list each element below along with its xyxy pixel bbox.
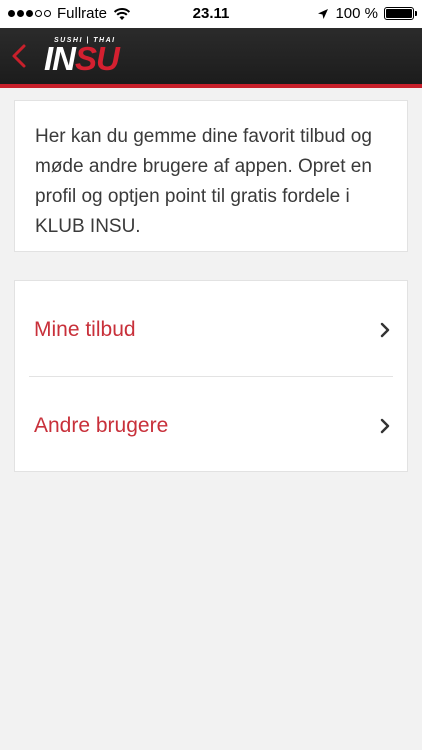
status-right: 100 %	[317, 5, 417, 22]
battery-icon	[384, 7, 417, 20]
back-button[interactable]	[6, 40, 34, 72]
menu-item-mine-tilbud[interactable]: Mine tilbud	[15, 281, 407, 377]
insu-logo: SUSHI | THAI INSU	[44, 36, 154, 76]
logo-wordmark-in: IN	[44, 40, 76, 77]
status-bar: Fullrate 23.11 100 %	[0, 0, 422, 28]
chevron-right-icon	[380, 418, 390, 434]
menu-item-andre-brugere[interactable]: Andre brugere	[15, 377, 407, 473]
logo-wordmark-su: SU	[75, 40, 120, 77]
battery-percentage: 100 %	[335, 5, 378, 22]
chevron-right-icon	[380, 322, 390, 338]
intro-text: Her kan du gemme dine favorit tilbud og …	[35, 126, 372, 237]
menu-item-label: Andre brugere	[34, 414, 169, 437]
menu-card: Mine tilbud Andre brugere	[14, 280, 408, 472]
menu-item-label: Mine tilbud	[34, 318, 136, 341]
logo-wordmark: INSU	[44, 40, 120, 77]
location-arrow-icon	[318, 8, 329, 19]
intro-card: Her kan du gemme dine favorit tilbud og …	[14, 100, 408, 252]
nav-bar: SUSHI | THAI INSU	[0, 28, 422, 88]
chevron-left-icon	[12, 44, 26, 68]
